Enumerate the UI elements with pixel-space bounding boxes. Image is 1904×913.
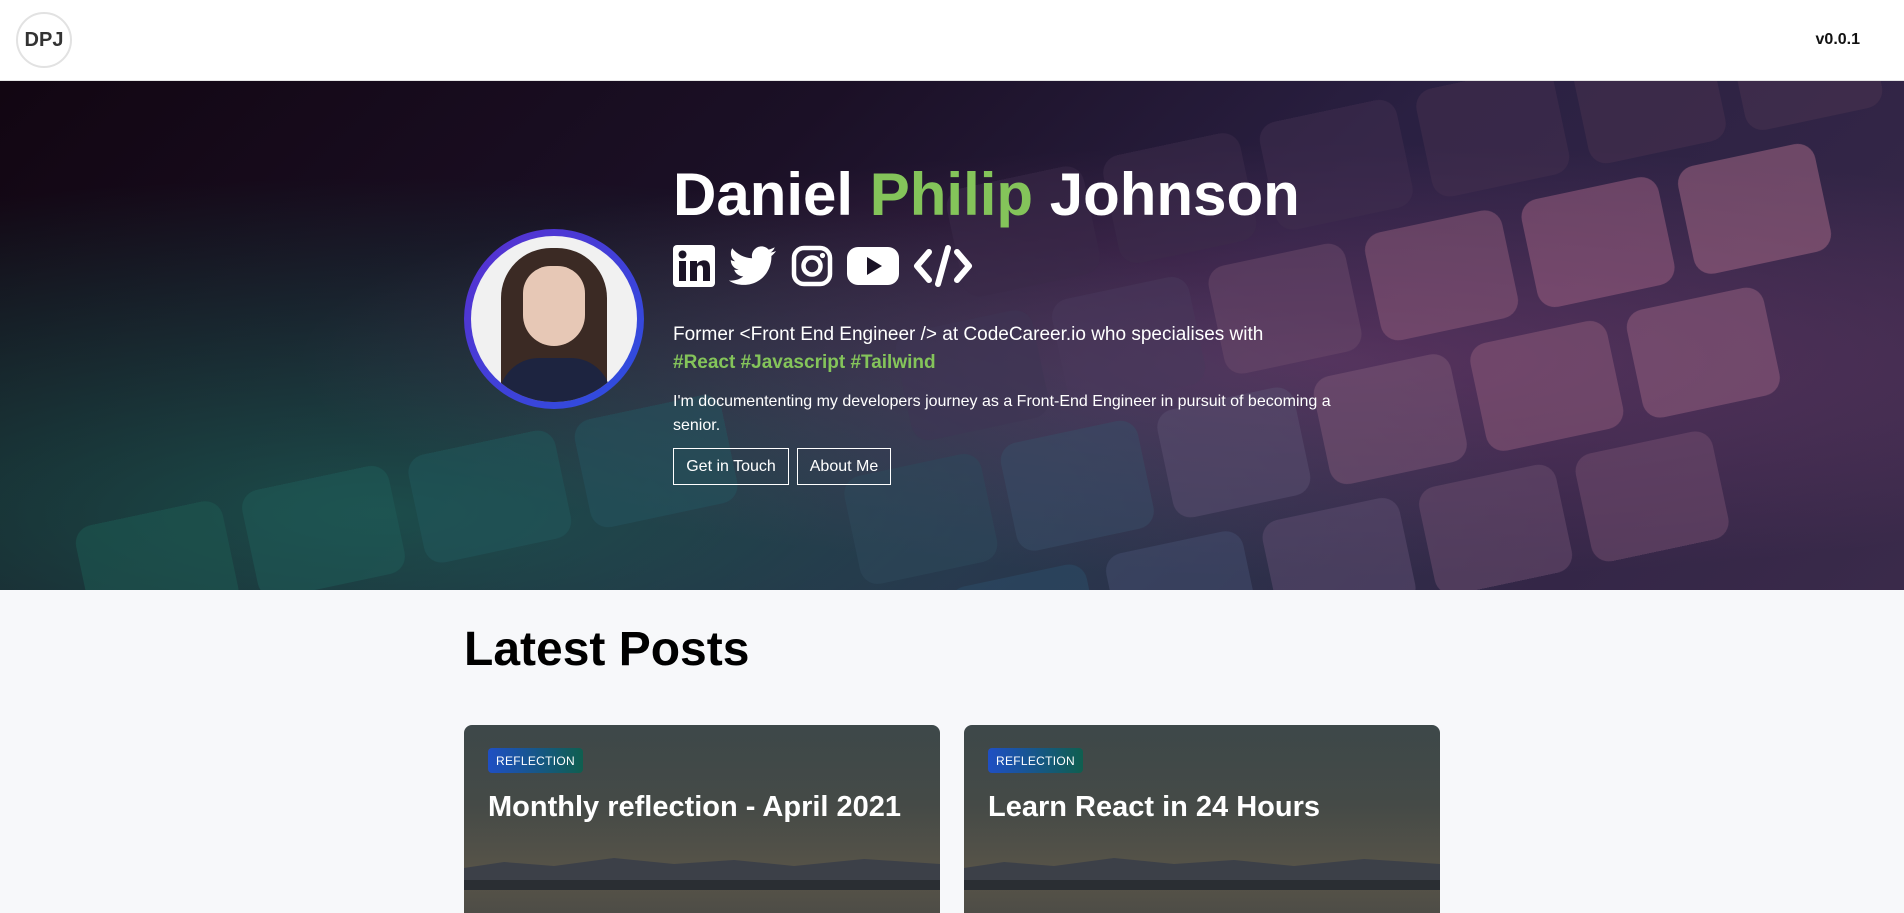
latest-posts-heading: Latest Posts <box>464 623 750 676</box>
code-icon[interactable] <box>913 244 973 288</box>
name-first: Daniel <box>673 161 854 228</box>
hero-name: Daniel Philip Johnson <box>673 159 1300 231</box>
card-landscape-image <box>464 858 940 890</box>
twitter-icon[interactable] <box>729 244 777 288</box>
social-links <box>673 244 987 288</box>
post-card[interactable]: REFLECTION Learn React in 24 Hours <box>964 725 1440 913</box>
version-label: v0.0.1 <box>1815 31 1860 48</box>
about-me-button[interactable]: About Me <box>797 448 891 485</box>
hero-intro: Former <Front End Engineer /> at CodeCar… <box>673 324 1264 345</box>
linkedin-icon[interactable] <box>673 244 715 288</box>
hero-tags: #React #Javascript #Tailwind <box>673 352 936 373</box>
post-card[interactable]: REFLECTION Monthly reflection - April 20… <box>464 725 940 913</box>
profile-avatar <box>464 229 644 409</box>
name-middle: Philip <box>869 161 1034 228</box>
youtube-icon[interactable] <box>847 244 899 288</box>
post-category-badge[interactable]: REFLECTION <box>488 748 584 773</box>
name-last: Johnson <box>1049 161 1300 228</box>
hero-journey: I'm documententing my developers journey… <box>673 393 1331 434</box>
post-category-badge[interactable]: REFLECTION <box>988 748 1084 773</box>
profile-photo <box>471 236 637 402</box>
instagram-icon[interactable] <box>791 244 833 288</box>
card-landscape-image <box>964 858 1440 890</box>
post-title[interactable]: Learn React in 24 Hours <box>988 789 1418 825</box>
get-in-touch-button[interactable]: Get in Touch <box>673 448 789 485</box>
top-nav: DPJ v0.0.1 <box>0 0 1904 81</box>
site-logo[interactable]: DPJ <box>16 12 72 68</box>
post-title[interactable]: Monthly reflection - April 2021 <box>488 789 918 825</box>
hero-section: Daniel Philip Johnson Former <Front End … <box>0 81 1904 590</box>
